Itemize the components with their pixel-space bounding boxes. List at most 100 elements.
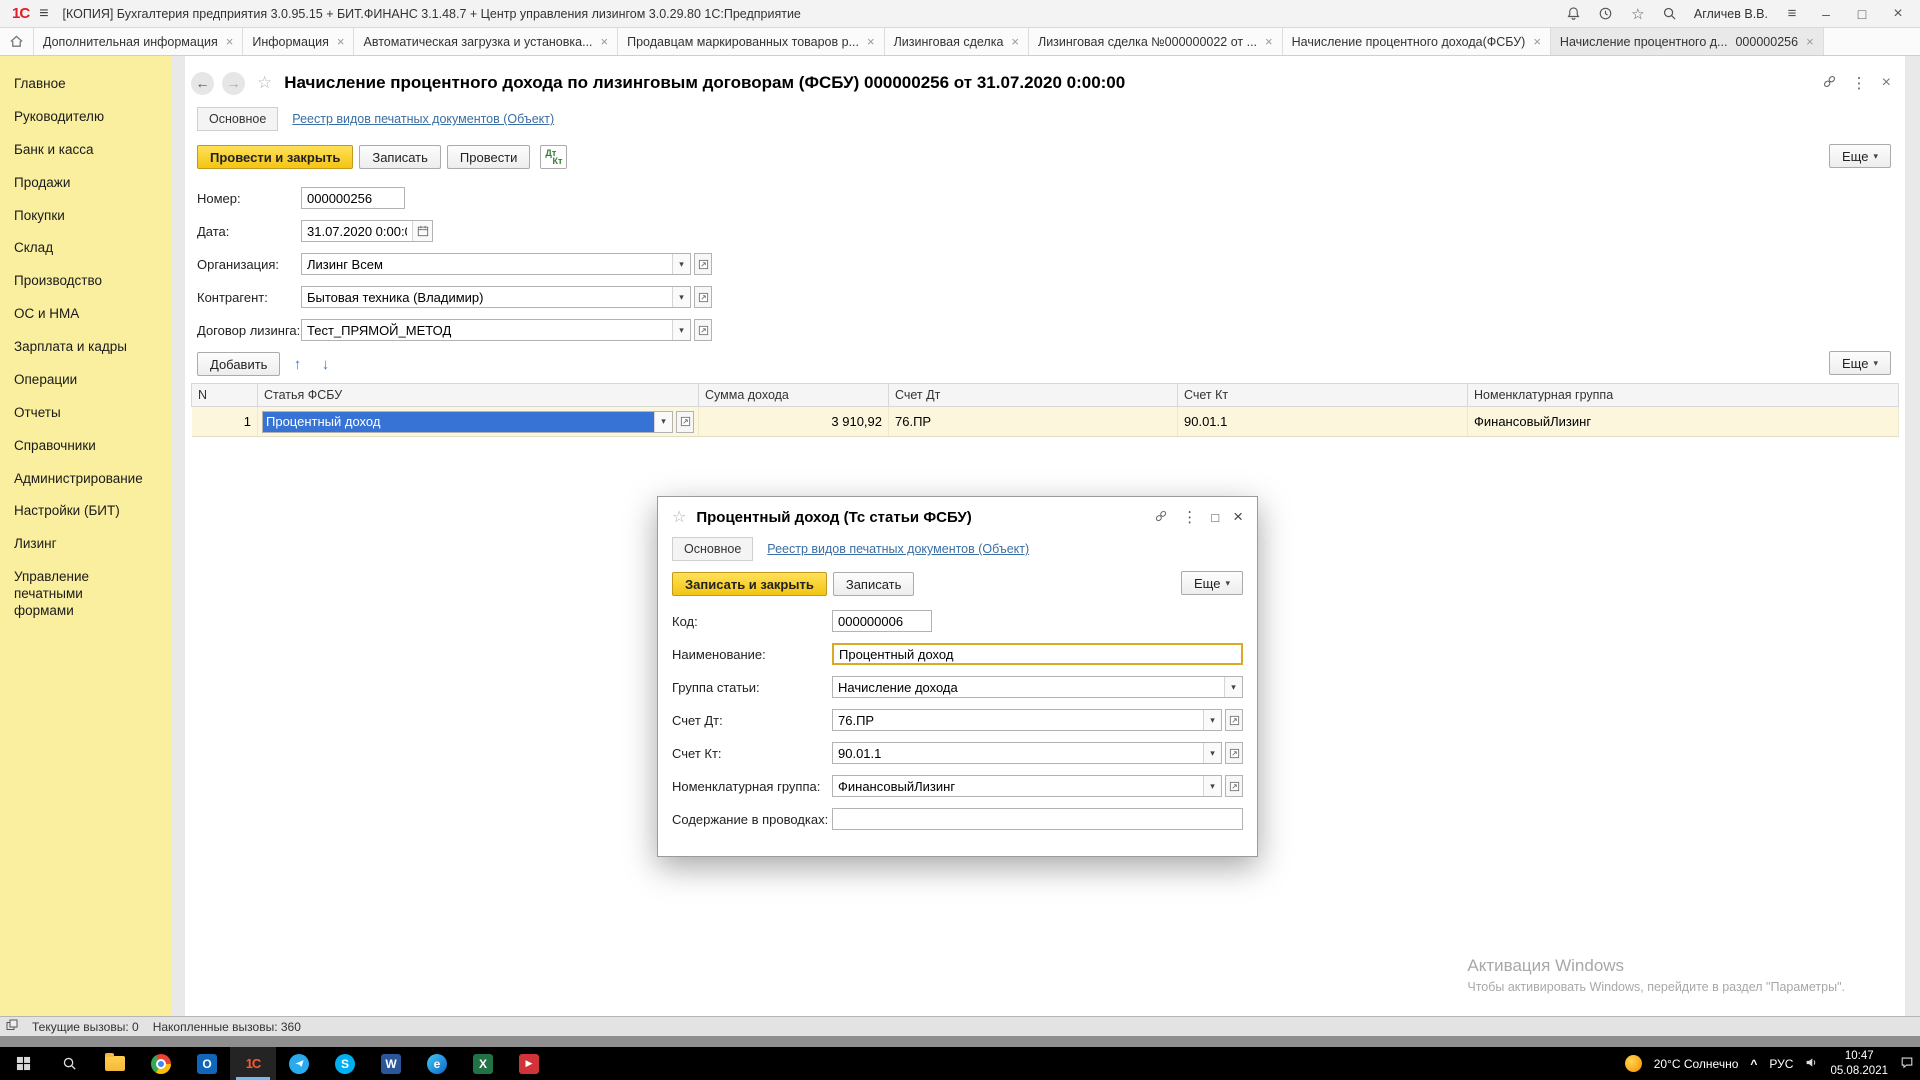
name-field[interactable] [832, 643, 1243, 665]
sidebar-item-bit-settings[interactable]: Настройки (БИТ) [0, 495, 172, 528]
tab-close-icon[interactable]: × [226, 34, 234, 49]
tab-leasing-deal[interactable]: Лизинговая сделка × [885, 28, 1029, 55]
taskbar-outlook[interactable]: O [184, 1047, 230, 1080]
modal-nomgroup-open-icon[interactable] [1225, 775, 1243, 797]
forward-button[interactable]: → [222, 72, 245, 95]
hidden-icons-caret[interactable]: ^ [1750, 1057, 1757, 1071]
action-center-icon[interactable] [1900, 1055, 1914, 1072]
article-open-icon[interactable] [676, 411, 694, 433]
modal-get-link-icon[interactable] [1154, 509, 1168, 526]
sidebar-item-sales[interactable]: Продажи [0, 167, 172, 200]
code-field[interactable] [832, 610, 932, 632]
dropdown-icon[interactable]: ▾ [654, 412, 672, 432]
taskbar-file-explorer[interactable] [92, 1047, 138, 1080]
taskbar-edge[interactable]: e [414, 1047, 460, 1080]
nav-tab-main[interactable]: Основное [197, 107, 278, 131]
get-link-icon[interactable] [1822, 74, 1837, 92]
col-debit[interactable]: Счет Дт [889, 384, 1178, 407]
language-indicator[interactable]: РУС [1769, 1057, 1793, 1071]
taskbar-1c-app[interactable]: 1С [230, 1047, 276, 1080]
dropdown-icon[interactable]: ▾ [672, 254, 690, 274]
form-menu-kebab-icon[interactable]: ⋮ [1852, 74, 1867, 92]
tab-auto-load[interactable]: Автоматическая загрузка и установка... × [354, 28, 618, 55]
sidebar-item-salary[interactable]: Зарплата и кадры [0, 331, 172, 364]
counterparty-open-icon[interactable] [694, 286, 712, 308]
tab-close-icon[interactable]: × [1533, 34, 1541, 49]
show-postings-dtkt-button[interactable]: Дт Кт [540, 145, 567, 169]
move-row-down-icon[interactable]: ↓ [314, 353, 336, 375]
sidebar-item-production[interactable]: Производство [0, 265, 172, 298]
search-icon[interactable] [1662, 6, 1678, 22]
taskbar-search-button[interactable] [46, 1047, 92, 1080]
grid-row-1[interactable]: 1 Процентный доход ▾ [192, 407, 1899, 437]
tab-interest-income-doc[interactable]: Начисление процентного д... 000000256 × [1551, 28, 1824, 55]
dropdown-icon[interactable]: ▾ [672, 320, 690, 340]
dropdown-icon[interactable]: ▾ [1203, 743, 1221, 763]
dropdown-icon[interactable]: ▾ [672, 287, 690, 307]
taskbar-telegram[interactable] [276, 1047, 322, 1080]
modal-favorite-star-icon[interactable]: ☆ [672, 507, 686, 527]
tab-close-icon[interactable]: × [1265, 34, 1273, 49]
volume-icon[interactable] [1805, 1056, 1818, 1072]
sidebar-item-directories[interactable]: Справочники [0, 430, 172, 463]
nav-link-print-registry[interactable]: Реестр видов печатных документов (Объект… [292, 112, 554, 126]
calendar-icon[interactable] [412, 221, 432, 241]
sidebar-item-bank[interactable]: Банк и касса [0, 134, 172, 167]
modal-save-and-close-button[interactable]: Записать и закрыть [672, 572, 827, 596]
tab-marked-goods[interactable]: Продавцам маркированных товаров р... × [618, 28, 884, 55]
dropdown-icon[interactable]: ▾ [1203, 710, 1221, 730]
organization-field[interactable] [302, 254, 672, 274]
weather-text[interactable]: 20°C Солнечно [1654, 1057, 1739, 1071]
start-button[interactable] [0, 1047, 46, 1080]
content-field[interactable] [832, 808, 1243, 830]
maximize-button[interactable]: □ [1852, 6, 1872, 22]
col-amount[interactable]: Сумма дохода [699, 384, 889, 407]
tab-home[interactable] [0, 28, 34, 55]
modal-nav-link-print-registry[interactable]: Реестр видов печатных документов (Объект… [767, 542, 1029, 556]
date-field[interactable] [302, 221, 412, 241]
favorite-star-icon[interactable]: ☆ [257, 73, 272, 93]
col-n[interactable]: N [192, 384, 258, 407]
grid-more-button[interactable]: Еще ▾ [1829, 351, 1891, 375]
sidebar-item-print-forms[interactable]: Управление печатными формами [0, 561, 150, 628]
modal-kebab-icon[interactable]: ⋮ [1182, 508, 1197, 526]
back-button[interactable]: ← [191, 72, 214, 95]
taskbar-chrome[interactable] [138, 1047, 184, 1080]
modal-nomgroup-field[interactable] [833, 776, 1203, 796]
sidebar-item-warehouse[interactable]: Склад [0, 232, 172, 265]
tab-interest-income-list[interactable]: Начисление процентного дохода(ФСБУ) × [1283, 28, 1551, 55]
dropdown-icon[interactable]: ▾ [1203, 776, 1221, 796]
weather-sun-icon[interactable] [1625, 1055, 1642, 1072]
col-nomgroup[interactable]: Номенклатурная группа [1468, 384, 1899, 407]
sidebar-item-os-nma[interactable]: ОС и НМА [0, 298, 172, 331]
leasing-contract-open-icon[interactable] [694, 319, 712, 341]
group-field[interactable] [833, 677, 1224, 697]
modal-close-icon[interactable]: × [1233, 507, 1243, 527]
sidebar-item-manager[interactable]: Руководителю [0, 101, 172, 134]
tab-information[interactable]: Информация × [243, 28, 354, 55]
service-menu-icon[interactable]: ≡ [1784, 6, 1800, 22]
current-user[interactable]: Агличев В.В. [1694, 7, 1768, 21]
sidebar-item-purchases[interactable]: Покупки [0, 200, 172, 233]
modal-credit-field[interactable] [833, 743, 1203, 763]
minimize-button[interactable]: – [1816, 6, 1836, 22]
post-and-close-button[interactable]: Провести и закрыть [197, 145, 353, 169]
tab-close-icon[interactable]: × [867, 34, 875, 49]
taskbar-media-app[interactable]: ▶ [506, 1047, 552, 1080]
add-row-button[interactable]: Добавить [197, 352, 280, 376]
taskbar-word[interactable]: W [368, 1047, 414, 1080]
close-window-button[interactable]: × [1888, 5, 1908, 23]
modal-more-button[interactable]: Еще ▾ [1181, 571, 1243, 595]
sidebar-item-operations[interactable]: Операции [0, 364, 172, 397]
form-close-icon[interactable]: × [1882, 74, 1891, 92]
counterparty-field[interactable] [302, 287, 672, 307]
tab-close-icon[interactable]: × [1011, 34, 1019, 49]
dropdown-icon[interactable]: ▾ [1224, 677, 1242, 697]
leasing-contract-field[interactable] [302, 320, 672, 340]
move-row-up-icon[interactable]: ↑ [286, 353, 308, 375]
more-button[interactable]: Еще ▾ [1829, 144, 1891, 168]
sidebar-item-administration[interactable]: Администрирование [0, 463, 172, 496]
modal-save-button[interactable]: Записать [833, 572, 915, 596]
save-button[interactable]: Записать [359, 145, 441, 169]
main-menu-icon[interactable]: ≡ [39, 5, 48, 23]
